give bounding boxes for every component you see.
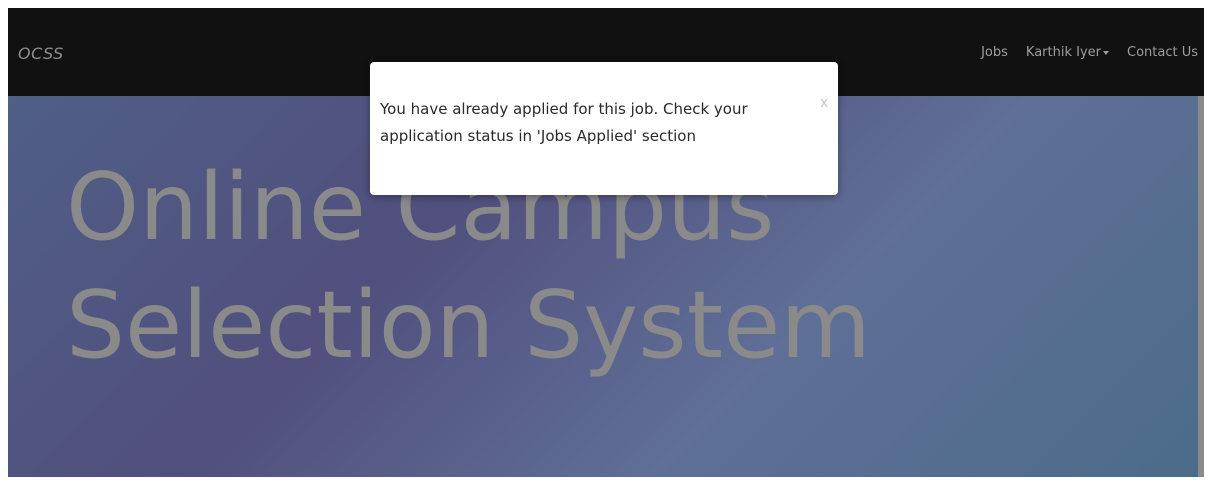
nav-link-contact[interactable]: Contact Us (1127, 45, 1198, 60)
close-icon[interactable]: x (820, 95, 828, 111)
scrollbar[interactable] (1198, 96, 1204, 477)
nav-link-jobs[interactable]: Jobs (981, 45, 1008, 60)
nav-user-dropdown[interactable]: Karthik Iyer (1026, 45, 1109, 60)
nav-links: Jobs Karthik Iyer Contact Us (981, 45, 1198, 60)
alert-dialog: You have already applied for this job. C… (370, 62, 838, 195)
alert-message: You have already applied for this job. C… (380, 100, 748, 145)
page-frame: OCSS Jobs Karthik Iyer Contact Us Online… (8, 8, 1204, 477)
user-name: Karthik Iyer (1025, 45, 1101, 60)
caret-down-icon (1103, 50, 1109, 55)
brand-logo[interactable]: OCSS (18, 44, 64, 63)
